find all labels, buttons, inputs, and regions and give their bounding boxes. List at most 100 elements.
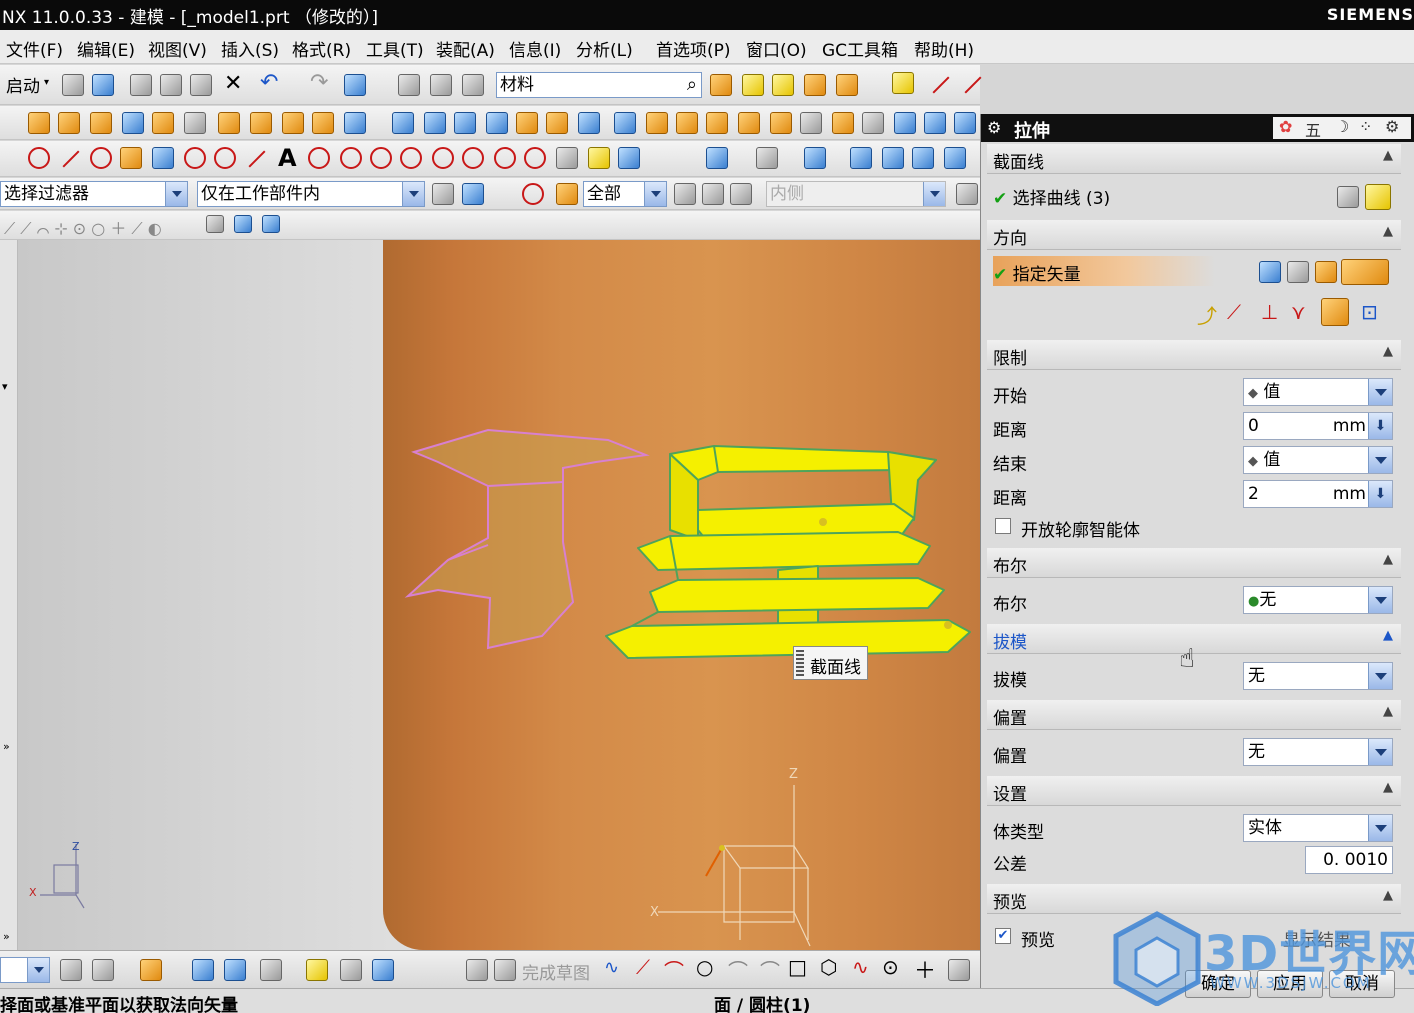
block-icon[interactable]: [122, 112, 144, 134]
preview-checkbox[interactable]: ✔: [995, 928, 1011, 944]
start-distance-input[interactable]: 0 mm ⬇: [1243, 412, 1393, 440]
dimension-icon[interactable]: [224, 959, 246, 981]
dropdown-arrow-icon[interactable]: [1368, 587, 1392, 613]
render-style-icon[interactable]: [756, 147, 778, 169]
emboss-icon[interactable]: [312, 112, 334, 134]
cylinder-icon[interactable]: [152, 112, 174, 134]
gear-icon[interactable]: ⚙: [987, 118, 1001, 137]
dropdown-arrow-icon[interactable]: [402, 182, 424, 206]
filter-settings-icon[interactable]: [432, 183, 454, 205]
material-icon[interactable]: [710, 74, 732, 96]
offset-icon[interactable]: [340, 959, 362, 981]
hole-icon[interactable]: [218, 112, 240, 134]
dropdown-arrow-icon[interactable]: [1368, 447, 1392, 473]
collapse-caret-icon[interactable]: ▲: [1383, 552, 1393, 567]
snap-grid-icon[interactable]: [206, 215, 224, 233]
measure-icon[interactable]: [306, 959, 328, 981]
sketch-polygon-icon[interactable]: ⬡: [820, 955, 837, 979]
extract-curve-icon[interactable]: [462, 147, 484, 169]
dialog-tool-glyph[interactable]: 五: [1305, 117, 1321, 141]
view-orient-icon[interactable]: [804, 147, 826, 169]
snap-quadrant-icon[interactable]: [262, 215, 280, 233]
face-normal-icon[interactable]: ⊥: [1261, 300, 1278, 324]
dropdown-arrow-icon[interactable]: [1368, 739, 1392, 765]
sync-modeling-icon[interactable]: [924, 112, 946, 134]
section-header-boolean[interactable]: 布尔 ▲: [987, 548, 1401, 578]
surface-icon[interactable]: [832, 112, 854, 134]
menu-view[interactable]: 视图(V): [148, 36, 207, 61]
menu-preferences[interactable]: 首选项(P): [656, 36, 731, 61]
scale-body-icon[interactable]: [676, 112, 698, 134]
search-icon[interactable]: ⌕: [687, 73, 697, 97]
line-tool-icon[interactable]: [62, 150, 80, 168]
mid-point-icon[interactable]: [556, 183, 578, 205]
revolve-icon[interactable]: [58, 112, 80, 134]
end-type-dropdown[interactable]: ◆ 值: [1243, 446, 1393, 474]
line-icon[interactable]: [932, 76, 950, 94]
constraint-icon[interactable]: [192, 959, 214, 981]
sketch-plane-icon[interactable]: [60, 959, 82, 981]
delete-icon[interactable]: ✕: [224, 71, 242, 96]
specify-vector-row[interactable]: ✔ 指定矢量: [993, 260, 1081, 285]
vector-origin[interactable]: [719, 845, 725, 851]
shell-icon[interactable]: [516, 112, 538, 134]
vector-type-dropdown[interactable]: [1341, 259, 1389, 285]
curve-fit-icon[interactable]: [214, 147, 236, 169]
offset-dropdown[interactable]: 无: [1243, 738, 1393, 766]
view-top-icon[interactable]: [882, 147, 904, 169]
curve-section-icon[interactable]: [1365, 184, 1391, 210]
offset-curve-icon[interactable]: [308, 147, 330, 169]
offset-face-icon[interactable]: [646, 112, 668, 134]
vector-arrow[interactable]: [705, 847, 723, 877]
helix-icon[interactable]: [152, 147, 174, 169]
view-front-icon[interactable]: [850, 147, 872, 169]
profile-icon[interactable]: ∿: [604, 957, 619, 978]
spin-arrow-icon[interactable]: ⬇: [1368, 413, 1392, 439]
menu-assembly[interactable]: 装配(A): [436, 36, 495, 61]
expand-icon[interactable]: »: [3, 930, 10, 943]
mirror-icon[interactable]: [738, 112, 760, 134]
curve-rule-dropdown[interactable]: 全部: [583, 181, 667, 207]
material-field[interactable]: 材料 ⌕: [496, 72, 702, 98]
pivot-point-marker[interactable]: [944, 621, 952, 629]
graphics-viewport[interactable]: Z X Z X 截面线: [18, 240, 980, 950]
selection-filter-dropdown[interactable]: 选择过滤器: [0, 181, 188, 207]
extrude-icon[interactable]: [28, 112, 50, 134]
section-header-offset[interactable]: 偏置 ▲: [987, 700, 1401, 730]
normal-vector-icon[interactable]: [1321, 298, 1349, 326]
sketch-rectangle-icon[interactable]: □: [788, 955, 807, 979]
sketch-ellipse-icon[interactable]: ⊙: [882, 955, 899, 979]
draft-icon[interactable]: [546, 112, 568, 134]
select-curve-row[interactable]: ✔ 选择曲线 (3): [993, 184, 1110, 209]
xyz-icon[interactable]: [184, 147, 206, 169]
new-file-icon[interactable]: [62, 74, 84, 96]
paste-icon[interactable]: [190, 74, 212, 96]
sketch-dropdown[interactable]: [0, 957, 50, 983]
sketch-feature-icon[interactable]: [140, 959, 162, 981]
tangent-icon[interactable]: ⋎: [1291, 300, 1306, 324]
subtract-icon[interactable]: [392, 112, 414, 134]
project-curve-icon[interactable]: [370, 147, 392, 169]
paw-icon[interactable]: ✿: [1279, 117, 1292, 136]
pivot-point-marker[interactable]: [819, 518, 827, 526]
spin-arrow-icon[interactable]: ⬇: [1368, 481, 1392, 507]
point-icon[interactable]: [28, 147, 50, 169]
replace-face-icon[interactable]: [894, 112, 916, 134]
link-icon[interactable]: [398, 74, 420, 96]
collapse-caret-icon[interactable]: ▲: [1383, 148, 1393, 163]
menu-gc-toolbox[interactable]: GC工具箱: [822, 36, 898, 61]
divide-curve-icon[interactable]: [618, 147, 640, 169]
settings-icon[interactable]: ⚙: [1385, 117, 1399, 136]
stop-at-intersection-icon[interactable]: [674, 183, 696, 205]
chevron-down-icon[interactable]: ▾: [44, 77, 49, 88]
spline-icon[interactable]: [120, 147, 142, 169]
arc-icon[interactable]: [90, 147, 112, 169]
move-face-icon[interactable]: [954, 112, 976, 134]
dropdown-arrow-icon[interactable]: [644, 182, 666, 206]
view-iso-icon[interactable]: [944, 147, 966, 169]
menu-format[interactable]: 格式(R): [292, 36, 351, 61]
moon-icon[interactable]: ☽: [1335, 117, 1349, 136]
dropdown-arrow-icon[interactable]: [923, 182, 945, 206]
plane-normal-icon[interactable]: ⊡: [1361, 300, 1378, 324]
draft-dropdown[interactable]: 无: [1243, 662, 1393, 690]
